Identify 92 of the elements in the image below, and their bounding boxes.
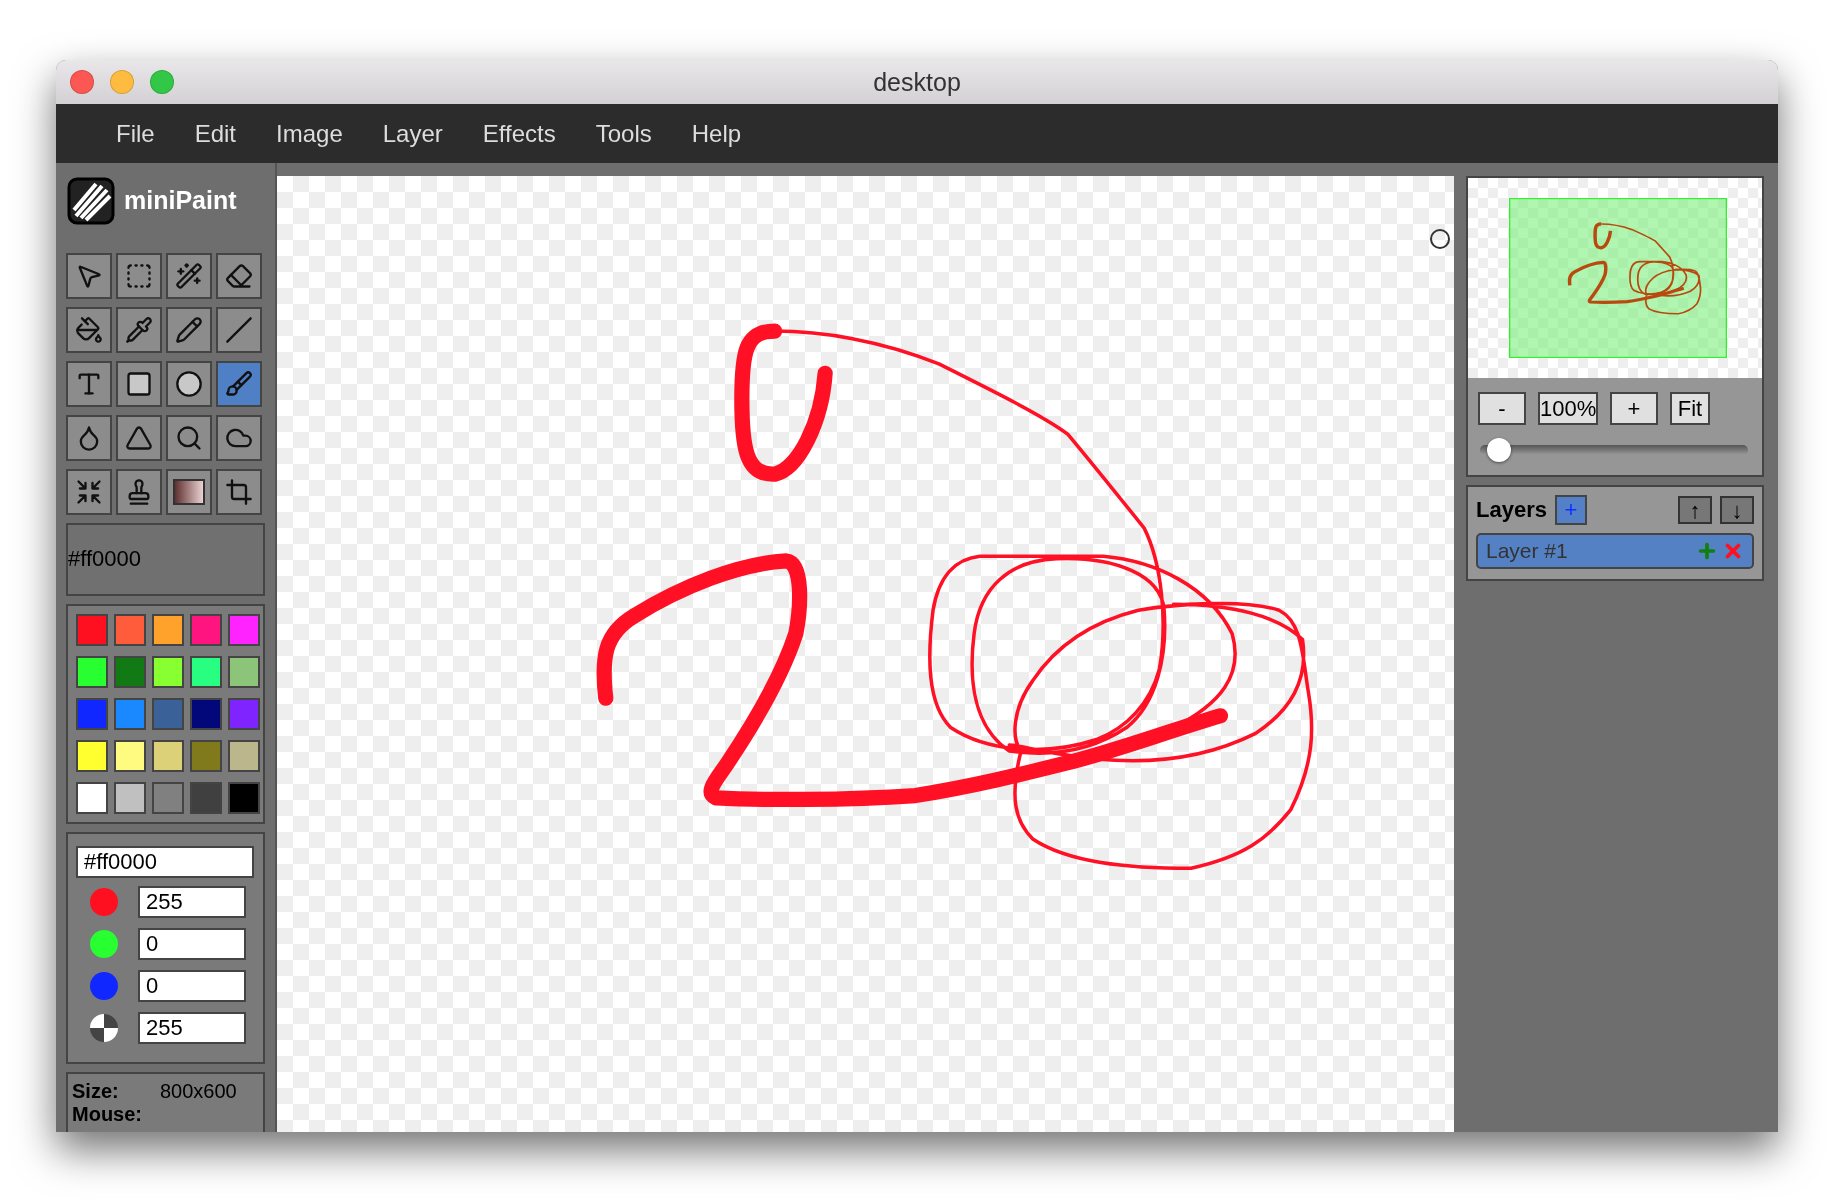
- info-value: 800x600: [160, 1080, 237, 1103]
- tool-button[interactable]: [116, 468, 162, 515]
- ellipse-icon: [175, 369, 203, 398]
- eyedropper-icon: [125, 315, 153, 344]
- color-swatch[interactable]: [190, 698, 222, 730]
- app-name: miniPaint: [124, 186, 237, 216]
- color-swatch[interactable]: [152, 740, 184, 772]
- magic-wand-icon: [175, 261, 203, 290]
- rectangle-icon: [125, 369, 153, 398]
- crop-icon: [225, 477, 253, 506]
- color-swatch[interactable]: [76, 656, 108, 688]
- menu-item[interactable]: Image: [256, 119, 363, 148]
- drawing-canvas[interactable]: [277, 176, 1454, 1132]
- color-swatch[interactable]: [228, 614, 260, 646]
- color-swatch[interactable]: [152, 782, 184, 814]
- shrink-arrows-icon: [75, 477, 103, 506]
- tool-button[interactable]: [216, 468, 262, 515]
- gradient-icon: [173, 478, 205, 505]
- color-swatch[interactable]: [152, 614, 184, 646]
- color-swatch[interactable]: [114, 740, 146, 772]
- current-color-label: #ff0000: [66, 522, 265, 596]
- color-swatch[interactable]: [114, 656, 146, 688]
- channel-value-field[interactable]: 255: [138, 886, 246, 918]
- channel-value-field[interactable]: 0: [138, 928, 246, 960]
- tool-button[interactable]: [66, 360, 112, 407]
- tool-button[interactable]: [66, 306, 112, 353]
- close-button[interactable]: [70, 70, 94, 94]
- menu-item[interactable]: File: [96, 119, 175, 148]
- tool-button[interactable]: [116, 252, 162, 299]
- channel-value-field[interactable]: 0: [138, 970, 246, 1002]
- circle-cursor-icon: [1429, 228, 1451, 250]
- window-title: desktop: [873, 67, 961, 97]
- color-swatch[interactable]: [190, 740, 222, 772]
- color-swatch[interactable]: [76, 782, 108, 814]
- color-swatch[interactable]: [152, 698, 184, 730]
- brush-icon: [225, 369, 253, 398]
- tool-button[interactable]: [66, 252, 112, 299]
- color-swatch[interactable]: [190, 782, 222, 814]
- paint-bucket-icon: [75, 315, 103, 344]
- hex-input-field[interactable]: #ff0000: [76, 846, 254, 878]
- tool-button[interactable]: [166, 360, 212, 407]
- layer-name: Layer #1: [1486, 539, 1569, 563]
- menu-item[interactable]: Effects: [462, 119, 576, 148]
- channel-value-field[interactable]: 255: [138, 1012, 246, 1044]
- info-label: Size:: [72, 1080, 120, 1103]
- line-icon: [225, 315, 253, 344]
- menu-item[interactable]: Edit: [174, 119, 257, 148]
- color-swatch[interactable]: [152, 656, 184, 688]
- color-swatch[interactable]: [190, 656, 222, 688]
- tool-button[interactable]: [216, 306, 262, 353]
- tool-button[interactable]: [66, 414, 112, 461]
- color-swatch[interactable]: [190, 614, 222, 646]
- color-swatch[interactable]: [76, 614, 108, 646]
- tool-button[interactable]: [66, 468, 112, 515]
- color-swatch[interactable]: [114, 698, 146, 730]
- tool-button[interactable]: [166, 414, 212, 461]
- zoom-control-button[interactable]: +: [1610, 392, 1658, 425]
- menu-item[interactable]: Tools: [575, 119, 672, 148]
- tool-button[interactable]: [216, 360, 262, 407]
- color-swatch[interactable]: [228, 740, 260, 772]
- layers-title: Layers: [1476, 497, 1547, 523]
- alpha-checker-icon: [90, 1014, 118, 1042]
- slider-thumb[interactable]: [1486, 438, 1511, 462]
- tool-button[interactable]: [116, 414, 162, 461]
- move-up-button[interactable]: ↑: [1678, 496, 1712, 524]
- eraser-icon: [225, 261, 253, 290]
- tool-button[interactable]: [166, 306, 212, 353]
- color-swatch[interactable]: [228, 782, 260, 814]
- zoom-control-button[interactable]: 100%: [1538, 392, 1598, 425]
- tool-button[interactable]: [216, 252, 262, 299]
- color-swatch[interactable]: [114, 614, 146, 646]
- tool-button[interactable]: [166, 252, 212, 299]
- tool-button[interactable]: [166, 468, 212, 515]
- zoom-control-button[interactable]: Fit: [1670, 392, 1710, 425]
- dashed-rectangle-icon: [125, 261, 153, 290]
- logo-icon: [66, 175, 116, 226]
- move-down-button[interactable]: ↓: [1720, 496, 1754, 524]
- menu-item[interactable]: Help: [671, 119, 762, 148]
- triangle-icon: [125, 423, 153, 452]
- color-swatch[interactable]: [114, 782, 146, 814]
- pencil-icon: [175, 315, 203, 344]
- color-swatch[interactable]: [228, 656, 260, 688]
- search-icon: [175, 423, 203, 452]
- zoom-slider[interactable]: [1480, 437, 1748, 463]
- zoom-control-button[interactable]: -: [1478, 392, 1526, 425]
- color-swatch[interactable]: [76, 698, 108, 730]
- tool-button[interactable]: [116, 306, 162, 353]
- color-swatch[interactable]: [228, 698, 260, 730]
- tool-button[interactable]: [116, 360, 162, 407]
- tool-button[interactable]: [216, 414, 262, 461]
- color-swatch[interactable]: [76, 740, 108, 772]
- menu-item[interactable]: Layer: [362, 119, 463, 148]
